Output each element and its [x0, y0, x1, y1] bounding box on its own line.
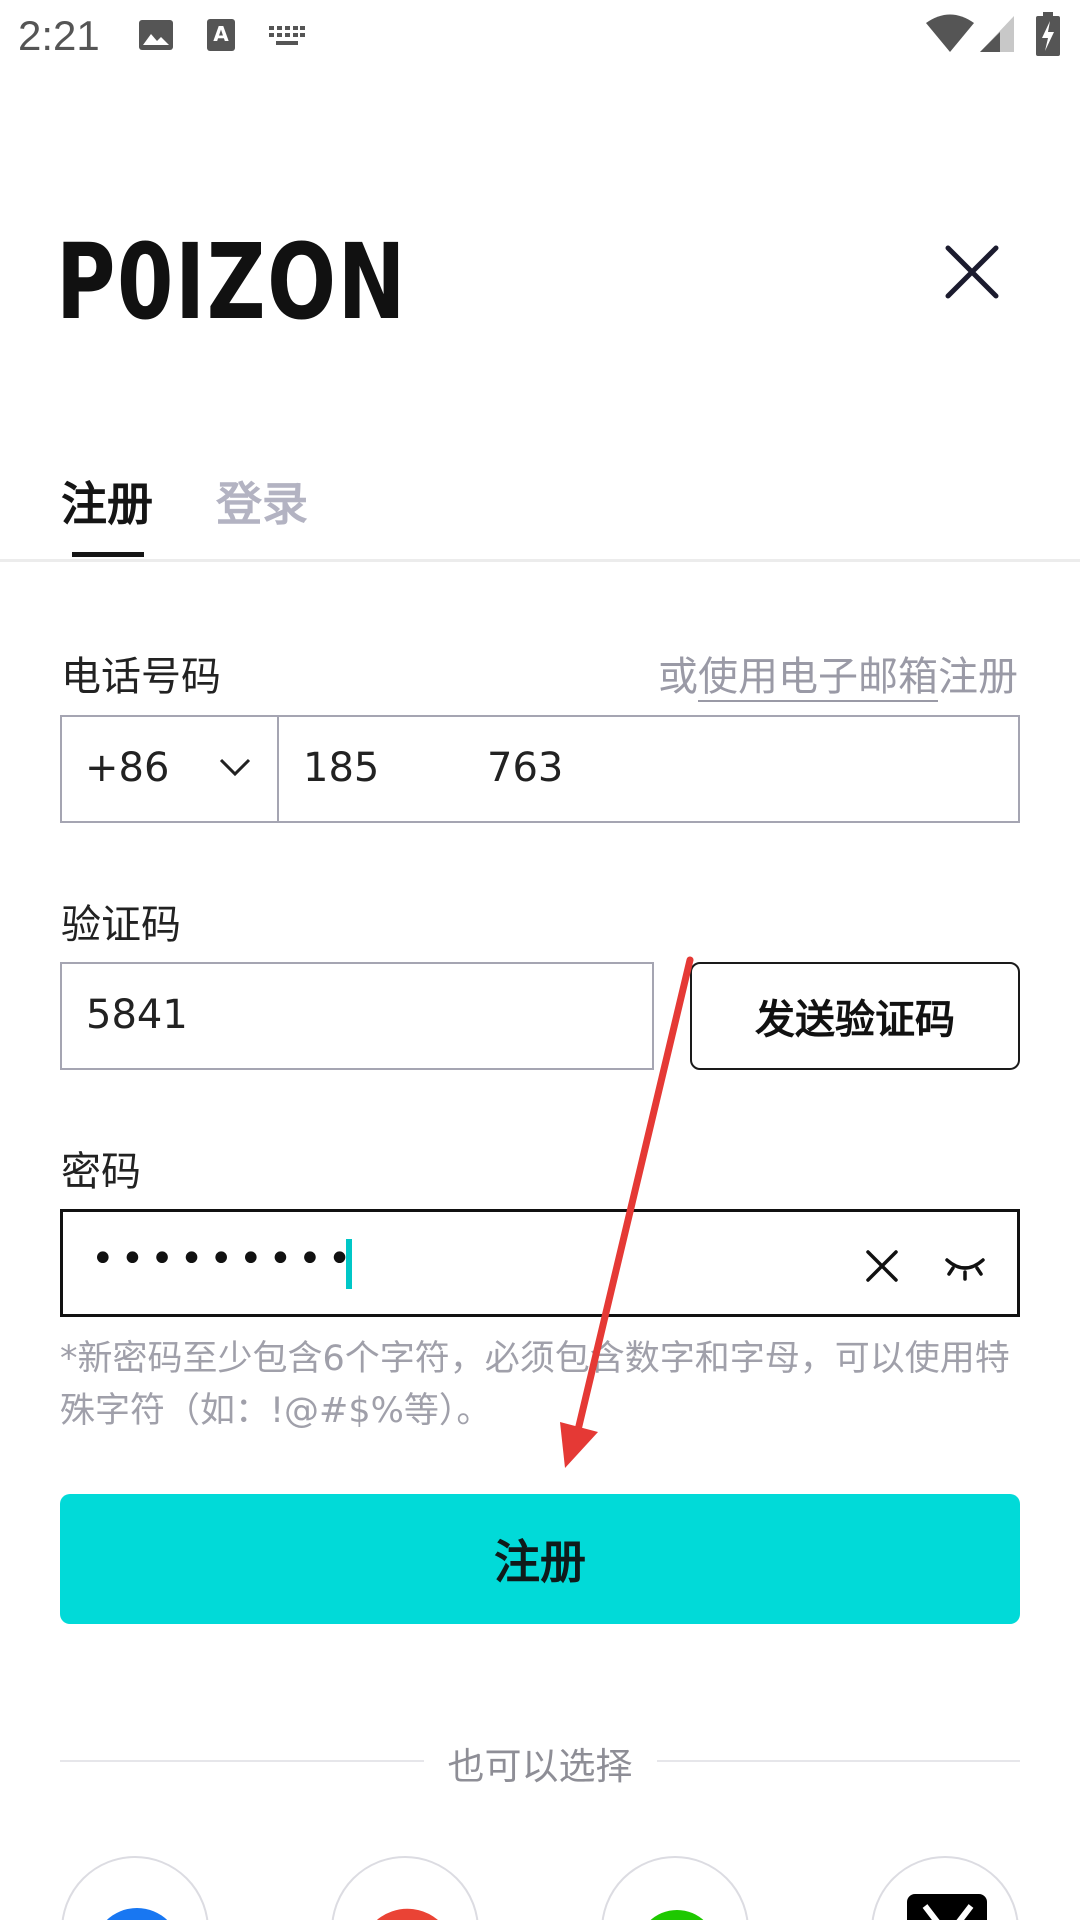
x-login-button[interactable]	[871, 1856, 1019, 1920]
x-icon	[907, 1894, 987, 1920]
tab-register[interactable]: 注册	[61, 468, 153, 534]
password-masked-value: •••••••••	[91, 1236, 358, 1282]
wifi-icon	[926, 14, 974, 52]
tab-login[interactable]: 登录	[216, 468, 308, 534]
country-code-value: +86	[85, 745, 170, 791]
phone-number-end: 763	[487, 745, 564, 791]
line-login-button[interactable]	[601, 1856, 749, 1920]
google-icon	[377, 1908, 438, 1920]
password-hint: *新密码至少包含6个字符，必须包含数字和字母，可以使用特殊字符（如：!@#$%等…	[60, 1339, 1010, 1431]
close-icon[interactable]	[940, 240, 1004, 304]
active-tab-indicator	[72, 552, 144, 557]
status-time: 2:21	[18, 12, 100, 59]
password-label: 密码	[61, 1149, 141, 1195]
verification-label: 验证码	[61, 902, 181, 948]
country-code-selector[interactable]: +86	[62, 717, 279, 821]
password-input[interactable]: •••••••••	[60, 1209, 1020, 1317]
image-icon	[139, 20, 173, 50]
brand-logo: P0IZON	[56, 221, 408, 343]
chevron-down-icon	[219, 758, 251, 777]
signal-icon	[980, 16, 1014, 52]
redaction-mask	[379, 737, 479, 797]
facebook-icon	[106, 1908, 168, 1920]
phone-number-input[interactable]: 185 763	[279, 717, 1018, 821]
register-button[interactable]: 注册	[60, 1494, 1020, 1624]
auth-tabs: 注册 登录	[0, 460, 1080, 562]
battery-charging-icon	[1036, 12, 1060, 56]
text-cursor	[346, 1239, 352, 1289]
alternative-options-label: 也可以选择	[423, 1745, 657, 1788]
text-recognition-icon: A	[207, 19, 235, 51]
use-email-prefix: 或	[658, 654, 698, 700]
google-login-button[interactable]	[331, 1856, 479, 1920]
facebook-login-button[interactable]	[61, 1856, 209, 1920]
eye-closed-icon[interactable]	[941, 1246, 989, 1286]
send-code-button[interactable]: 发送验证码	[690, 962, 1020, 1070]
verification-code-input[interactable]: 5841	[60, 962, 654, 1070]
phone-number-start: 185	[303, 745, 380, 791]
phone-field-group: +86 185 763	[60, 715, 1020, 823]
svg-text:A: A	[213, 22, 229, 46]
verification-code-value: 5841	[86, 992, 188, 1038]
clear-icon[interactable]	[858, 1242, 906, 1290]
use-email-suffix: 注册	[938, 654, 1018, 700]
line-icon	[650, 1910, 704, 1920]
phone-label: 电话号码	[61, 654, 221, 700]
keyboard-icon	[269, 26, 305, 45]
status-bar: 2:21 A	[0, 0, 1080, 74]
use-email-text[interactable]: 使用电子邮箱	[698, 654, 938, 702]
use-email-link[interactable]: 或使用电子邮箱注册	[658, 644, 1018, 702]
